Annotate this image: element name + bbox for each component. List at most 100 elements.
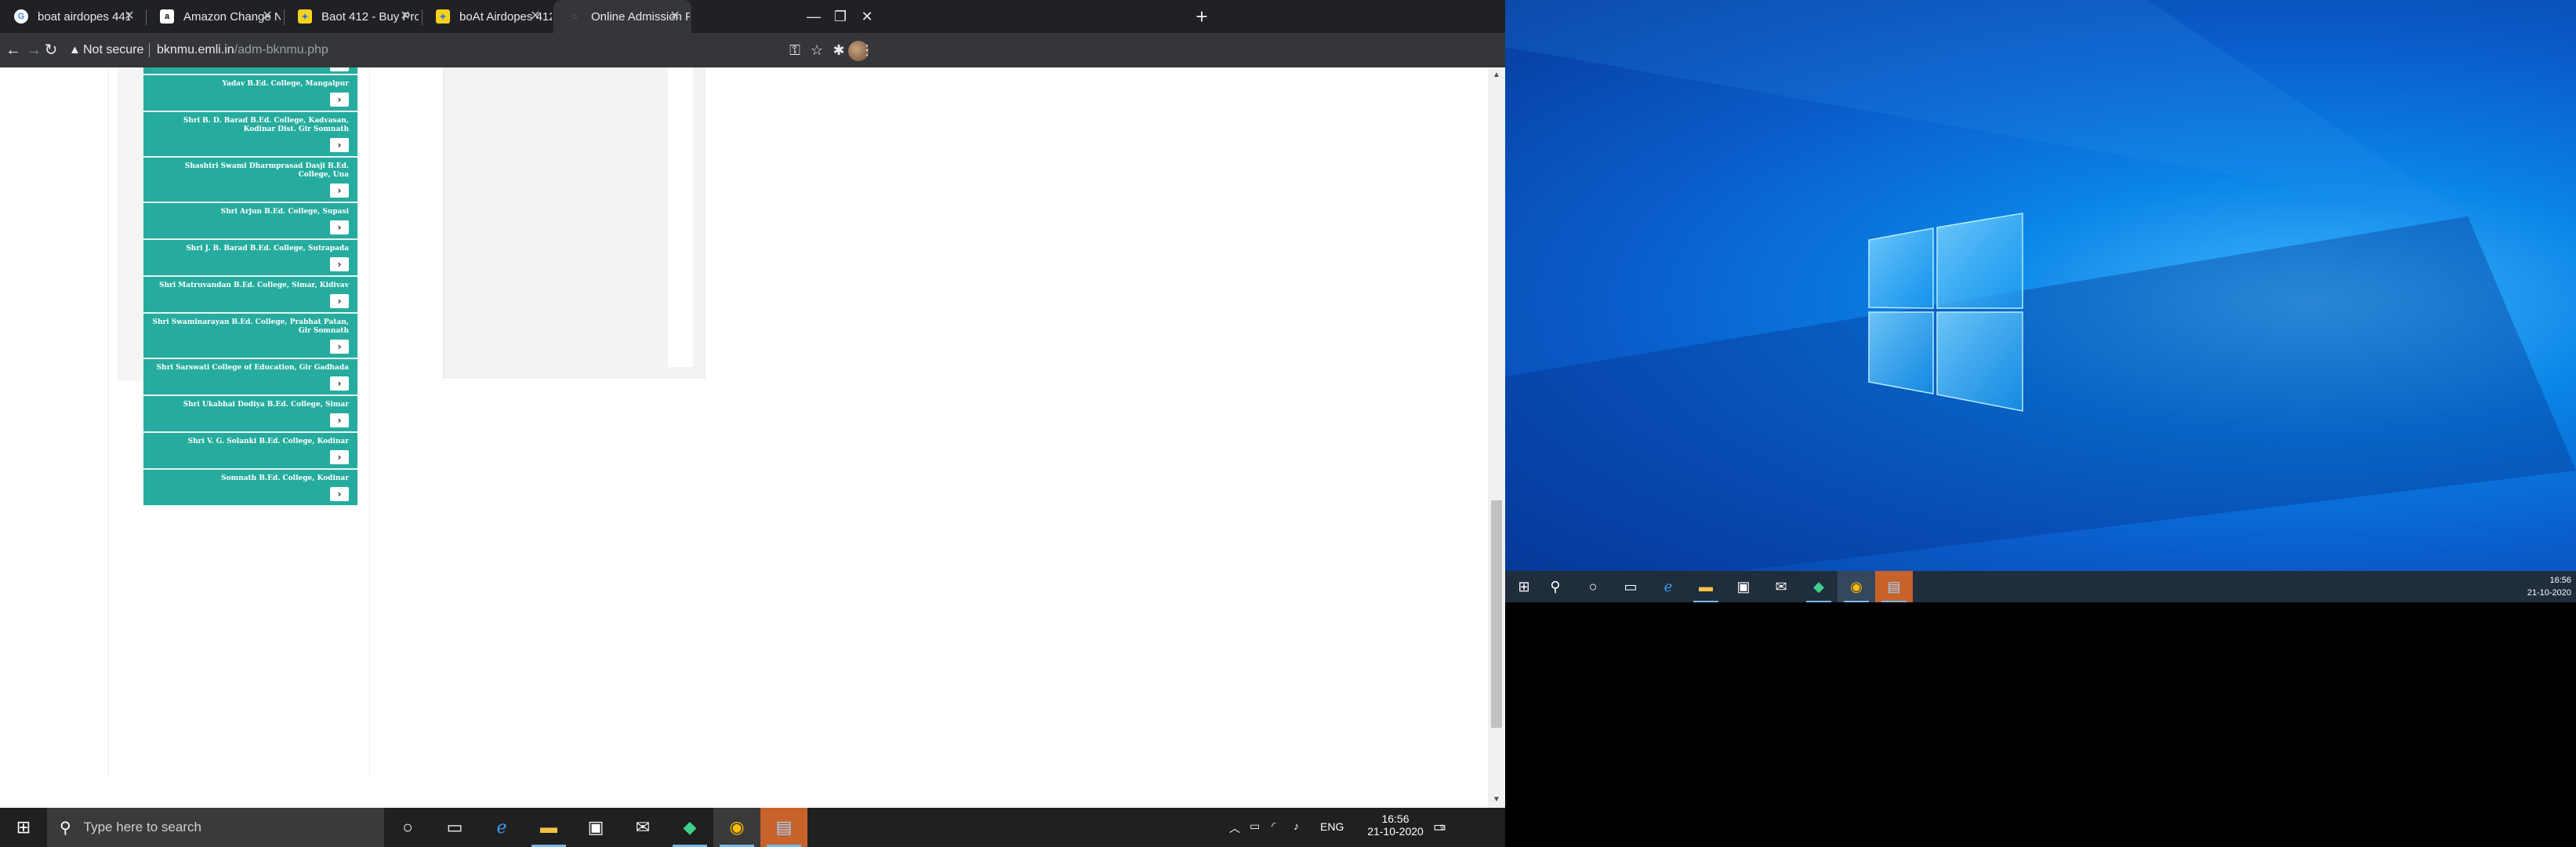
- tab-boat-airdopes-412[interactable]: ✦ boAt Airdopes 412 Bluetooth He ✕: [422, 0, 552, 33]
- mail-icon[interactable]: ✉: [1762, 571, 1800, 602]
- go-button[interactable]: ›: [330, 93, 349, 107]
- college-name: Shashtri Swami Dharmprasad Dasji B.Ed. C…: [184, 162, 349, 179]
- windows-logo-wallpaper: [1505, 0, 2576, 571]
- search-icon: ⚲: [60, 819, 71, 837]
- windows-start-icon[interactable]: ⊞: [0, 808, 47, 847]
- app-icon[interactable]: ◆: [666, 808, 713, 847]
- unused-display-area: [1505, 602, 2576, 847]
- store-icon[interactable]: ▣: [572, 808, 619, 847]
- close-window-icon[interactable]: ✕: [845, 0, 889, 33]
- clock-date: 21-10-2020: [2527, 588, 2571, 598]
- logo-pane-top-left: [1868, 227, 1934, 309]
- college-item[interactable]: Shri B. D. Barad B.Ed. College, Kadvasan…: [143, 112, 357, 158]
- college-item[interactable]: Shri J. B. Barad B.Ed. College, Sutrapad…: [143, 240, 357, 277]
- edge-icon[interactable]: ℯ: [1649, 571, 1687, 602]
- mail-icon[interactable]: ✉: [619, 808, 666, 847]
- task-view-icon[interactable]: ▭: [431, 808, 478, 847]
- go-button[interactable]: ›: [330, 257, 349, 271]
- college-item[interactable]: Shashtri Swami Dharmprasad Dasji B.Ed. C…: [143, 158, 357, 203]
- go-button[interactable]: ›: [330, 184, 349, 198]
- language-indicator[interactable]: ENG: [1320, 820, 1344, 833]
- task-view-icon[interactable]: ▭: [1612, 571, 1649, 602]
- new-tab-button[interactable]: +: [1190, 5, 1214, 28]
- content-panel-inner: [668, 67, 693, 367]
- logo-pane-bottom-left: [1868, 311, 1934, 394]
- search-icon[interactable]: ⚲: [1537, 571, 1574, 602]
- key-icon[interactable]: ⚿: [785, 41, 804, 60]
- clock-time: 16:56: [1381, 812, 1410, 825]
- college-name: Shri Matruvandan B.Ed. College, Simar, K…: [158, 282, 349, 289]
- menu-kebab-icon[interactable]: ⋮: [858, 41, 876, 60]
- cortana-icon[interactable]: ○: [384, 808, 431, 847]
- college-item[interactable]: Shri Sarswati College of Education, Gir …: [143, 359, 357, 396]
- scroll-up-arrow-icon[interactable]: ▲: [1488, 67, 1505, 83]
- volume-icon[interactable]: ♪: [1293, 820, 1299, 832]
- clock-time: 16:56: [2549, 576, 2571, 585]
- go-button[interactable]: ›: [330, 376, 349, 391]
- clock-date: 21-10-2020: [1367, 825, 1424, 838]
- go-button[interactable]: ›: [330, 67, 349, 71]
- logo-pane-top-right: [1936, 213, 2023, 309]
- go-button[interactable]: ›: [330, 294, 349, 308]
- battery-icon[interactable]: ▭: [1250, 820, 1260, 833]
- close-icon[interactable]: ✕: [260, 9, 274, 24]
- college-item[interactable]: Shri Arjun B.Ed. College, Supasi ›: [143, 203, 357, 240]
- close-icon[interactable]: ✕: [528, 9, 542, 24]
- college-item[interactable]: Shri Swaminarayan B.Ed. College, Prabhat…: [143, 314, 357, 359]
- show-hidden-icons-icon[interactable]: ︿: [1229, 820, 1240, 836]
- address-bar[interactable]: ▲ Not secure bknmu.emli.in/adm-bknmu.php: [61, 38, 782, 62]
- warning-icon: ▲: [69, 43, 81, 56]
- college-item[interactable]: Shri Ukabhai Dodiya B.Ed. College, Simar…: [143, 396, 357, 433]
- notification-center-icon[interactable]: ▭ 9: [1433, 819, 1446, 835]
- wifi-icon[interactable]: ◜: [1272, 820, 1275, 833]
- star-icon[interactable]: ☆: [807, 41, 826, 60]
- college-item[interactable]: Somnath B.Ed. College, Kodinar ›: [143, 470, 357, 507]
- tab-amazon-change-name[interactable]: a Amazon Change Name, E-mail, P ✕: [146, 0, 284, 33]
- back-arrow-icon[interactable]: ←: [3, 40, 24, 60]
- logo-pane-bottom-right: [1936, 311, 2023, 412]
- page-viewport: › Yadav B.Ed. College, Mangalpur › Shri …: [0, 67, 878, 808]
- secondary-taskbar-clock[interactable]: 16:56 21-10-2020: [2527, 574, 2571, 599]
- scroll-down-arrow-icon[interactable]: ▼: [1488, 792, 1505, 808]
- file-explorer-icon[interactable]: ▬: [1687, 571, 1725, 602]
- college-item[interactable]: Shri V. G. Solanki B.Ed. College, Kodina…: [143, 433, 357, 470]
- college-item[interactable]: Shri Matruvandan B.Ed. College, Simar, K…: [143, 277, 357, 314]
- taskbar-clock[interactable]: 16:56 21-10-2020: [1364, 812, 1427, 838]
- college-list: › Yadav B.Ed. College, Mangalpur › Shri …: [143, 67, 357, 507]
- url-text: bknmu.emli.in/adm-bknmu.php: [157, 43, 328, 57]
- security-label: Not secure: [83, 43, 144, 56]
- tab-online-admission-portal[interactable]: ◌ Online Admission Portal ✕: [553, 0, 691, 33]
- tab-boat-airdopes-441[interactable]: G boat airdopes 441 flipkart - Goo ✕: [0, 0, 146, 33]
- remote-desktop-icon[interactable]: ▤: [1875, 571, 1913, 602]
- file-explorer-icon[interactable]: ▬: [525, 808, 572, 847]
- scrollbar-thumb[interactable]: [1491, 500, 1502, 728]
- browser-tab-strip: G boat airdopes 441 flipkart - Goo ✕ a A…: [0, 0, 1505, 33]
- cortana-icon[interactable]: ○: [1574, 571, 1612, 602]
- go-button[interactable]: ›: [330, 487, 349, 501]
- store-icon[interactable]: ▣: [1725, 571, 1762, 602]
- college-name: Shri B. D. Barad B.Ed. College, Kadvasan…: [183, 117, 349, 133]
- go-button[interactable]: ›: [330, 340, 349, 354]
- college-name: Shri Swaminarayan B.Ed. College, Prabhat…: [152, 318, 349, 335]
- app-icon[interactable]: ◆: [1800, 571, 1838, 602]
- go-button[interactable]: ›: [330, 413, 349, 427]
- chrome-icon[interactable]: ◉: [1838, 571, 1875, 602]
- tab-baot-412[interactable]: ✦ Baot 412 - Buy Products Online a ✕: [284, 0, 422, 33]
- college-item[interactable]: Yadav B.Ed. College, Mangalpur ›: [143, 75, 357, 112]
- taskbar-search-box[interactable]: ⚲ Type here to search: [47, 808, 384, 847]
- page-scrollbar[interactable]: ▲ ▼: [1488, 67, 1505, 808]
- college-name: Shri Sarswati College of Education, Gir …: [156, 364, 349, 372]
- go-button[interactable]: ›: [330, 450, 349, 464]
- close-icon[interactable]: ✕: [398, 9, 412, 24]
- remote-desktop-icon[interactable]: ▤: [760, 808, 807, 847]
- chrome-icon[interactable]: ◉: [713, 808, 760, 847]
- college-name: Shri V. G. Solanki B.Ed. College, Kodina…: [187, 438, 349, 445]
- reload-icon[interactable]: ↻: [41, 40, 61, 60]
- extensions-puzzle-icon[interactable]: ✱: [829, 41, 848, 60]
- go-button[interactable]: ›: [330, 220, 349, 234]
- url-domain: bknmu.emli.in: [157, 43, 234, 56]
- edge-icon[interactable]: ℯ: [478, 808, 525, 847]
- close-icon[interactable]: ✕: [122, 9, 136, 24]
- go-button[interactable]: ›: [330, 138, 349, 152]
- close-icon[interactable]: ✕: [668, 9, 682, 24]
